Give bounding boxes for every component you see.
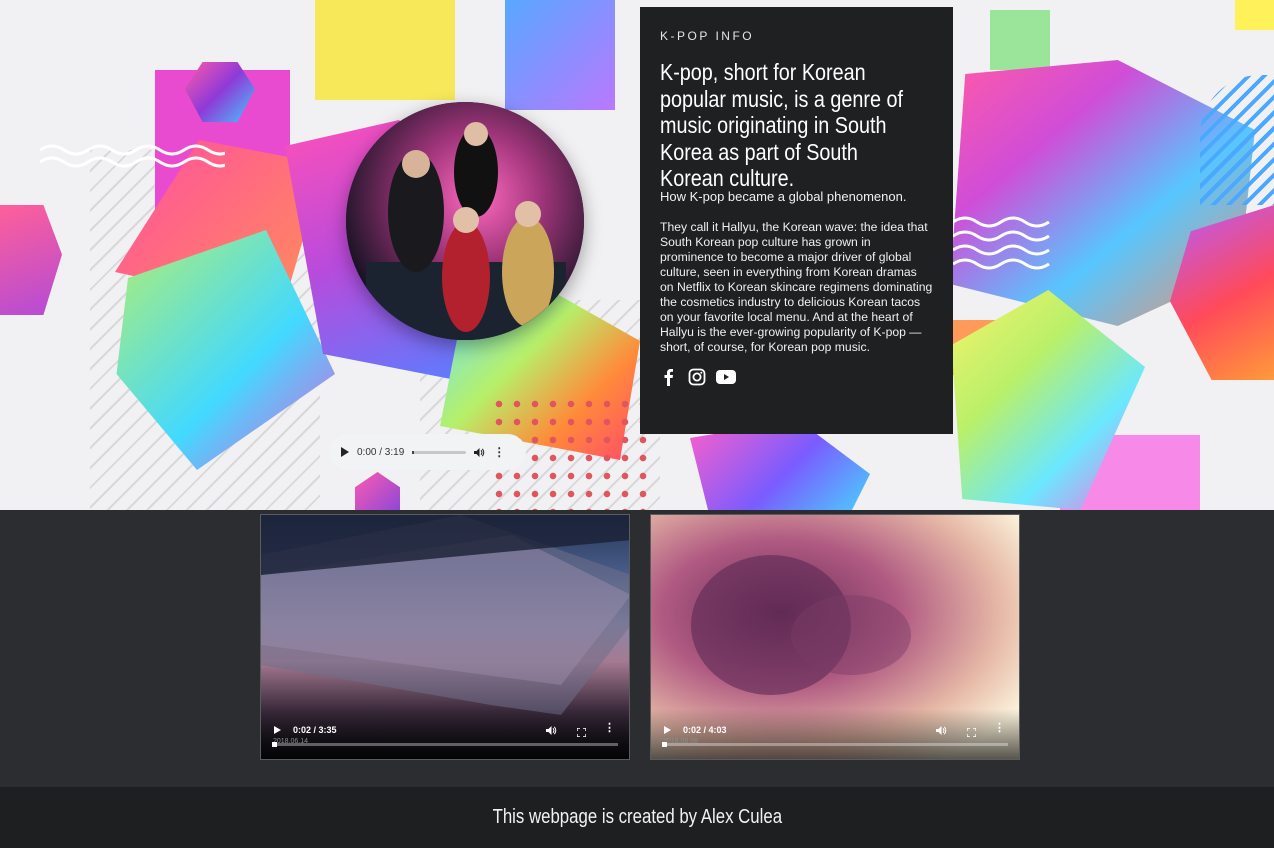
video-time: 0:02 / 3:35: [293, 725, 337, 735]
video-player-2[interactable]: 0:02 / 4:03 2018.08.08 ⋮: [650, 514, 1020, 760]
facebook-icon[interactable]: [660, 368, 678, 391]
more-options-icon[interactable]: ⋮: [604, 721, 615, 734]
volume-icon[interactable]: [546, 723, 557, 741]
video-player-1[interactable]: 0:02 / 3:35 2018.06.14 ⋮: [260, 514, 630, 760]
audio-time: 0:00 / 3:19: [357, 446, 405, 458]
video-controls: 0:02 / 3:35 2018.06.14 ⋮: [261, 709, 629, 759]
decor-cube: [0, 205, 62, 315]
audio-seek-bar[interactable]: [412, 450, 467, 454]
decor-wave: [40, 144, 225, 168]
youtube-icon[interactable]: [716, 369, 736, 389]
decor-wave: [953, 216, 1050, 270]
decor-yellow-block: [1235, 0, 1274, 30]
card-body: They call it Hallyu, the Korean wave: th…: [660, 219, 933, 354]
video-seek-bar[interactable]: [662, 742, 1008, 747]
footer-credit: This webpage is created by Alex Culea: [492, 806, 782, 828]
decor-cube: [185, 62, 255, 122]
group-photo-art: [346, 102, 584, 340]
video-progress: [272, 742, 277, 747]
footer: This webpage is created by Alex Culea: [0, 787, 1274, 848]
info-card: K-POP INFO K-pop, short for Korean popul…: [640, 7, 953, 434]
volume-icon[interactable]: [936, 723, 947, 741]
hero-banner: 0:00 / 3:19 ⋮ K-POP INFO K-pop, short fo…: [0, 0, 1274, 510]
group-photo: [346, 102, 584, 340]
card-eyebrow: K-POP INFO: [660, 29, 755, 43]
audio-player[interactable]: 0:00 / 3:19 ⋮: [329, 434, 526, 470]
decor-cube: [355, 472, 400, 510]
video-seek-bar[interactable]: [272, 742, 618, 747]
more-options-icon[interactable]: ⋮: [994, 721, 1005, 734]
decor-cube: [1170, 205, 1274, 380]
decor-yellow-block: [315, 0, 455, 100]
more-options-icon[interactable]: ⋮: [493, 445, 505, 459]
fullscreen-icon[interactable]: [576, 724, 587, 738]
play-icon[interactable]: [341, 447, 349, 457]
decor-cube: [930, 290, 1145, 510]
video-time: 0:02 / 4:03: [683, 725, 727, 735]
video-section: 0:02 / 3:35 2018.06.14 ⋮ 0:02 / 4:03 201…: [0, 510, 1274, 787]
card-headline: K-pop, short for Korean popular music, i…: [660, 59, 903, 191]
decor-cyan-block: [505, 0, 615, 110]
social-links: [660, 368, 933, 391]
video-controls: 0:02 / 4:03 2018.08.08 ⋮: [651, 709, 1019, 759]
volume-icon[interactable]: [474, 447, 485, 458]
video-progress: [662, 742, 667, 747]
play-icon[interactable]: [274, 726, 281, 734]
fullscreen-icon[interactable]: [966, 724, 977, 738]
instagram-icon[interactable]: [688, 368, 706, 391]
play-icon[interactable]: [664, 726, 671, 734]
